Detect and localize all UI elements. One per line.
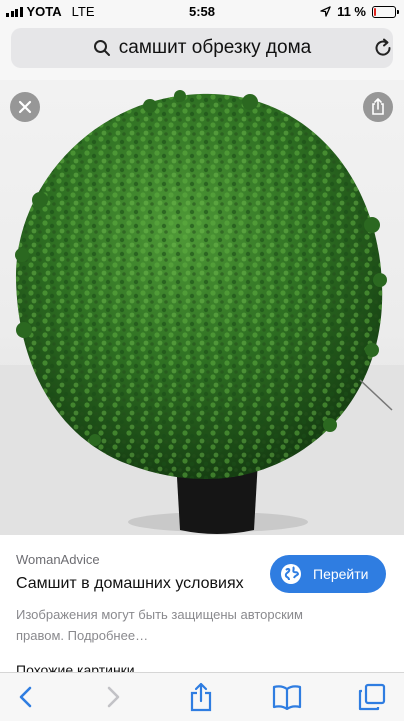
close-button[interactable] xyxy=(10,92,40,122)
share-icon xyxy=(372,98,384,115)
search-icon xyxy=(93,40,110,56)
status-right: 11 % xyxy=(320,4,399,19)
bottom-toolbar xyxy=(0,672,404,721)
boxwood-image xyxy=(15,90,393,534)
close-icon xyxy=(18,100,32,114)
share-button[interactable] xyxy=(363,92,393,122)
search-query: самшит обрезку дома xyxy=(118,37,312,58)
status-bar: YOTA LTE 5:58 11 % xyxy=(0,0,404,22)
tabs-icon xyxy=(358,683,386,711)
battery-fill xyxy=(374,7,377,16)
search-field[interactable]: самшит обрезку дома xyxy=(11,28,393,68)
bookmarks-icon xyxy=(272,685,302,710)
battery-icon xyxy=(372,5,399,18)
location-icon xyxy=(320,6,331,17)
share-icon xyxy=(190,682,212,712)
image-info-panel: WomanAdvice Самшит в домашних условиях П… xyxy=(0,535,404,675)
visit-label: Перейти xyxy=(313,566,369,582)
tabs-button[interactable] xyxy=(356,681,388,713)
back-icon xyxy=(19,686,32,708)
share-toolbar-button[interactable] xyxy=(185,681,217,713)
image-preview[interactable] xyxy=(0,80,404,535)
search-area: самшит обрезку дома xyxy=(0,22,404,80)
globe-icon xyxy=(281,564,301,584)
source-name[interactable]: WomanAdvice xyxy=(16,552,100,567)
bookmarks-button[interactable] xyxy=(271,681,303,713)
forward-button[interactable] xyxy=(98,681,130,713)
visit-button[interactable]: Перейти xyxy=(270,555,386,593)
back-button[interactable] xyxy=(9,681,41,713)
reload-icon[interactable] xyxy=(372,37,394,59)
copyright-notice[interactable]: Изображения могут быть защищены авторски… xyxy=(16,604,336,646)
battery-percent: 11 % xyxy=(337,4,366,19)
forward-icon xyxy=(107,686,120,708)
image-title[interactable]: Самшит в домашних условиях xyxy=(16,575,244,593)
